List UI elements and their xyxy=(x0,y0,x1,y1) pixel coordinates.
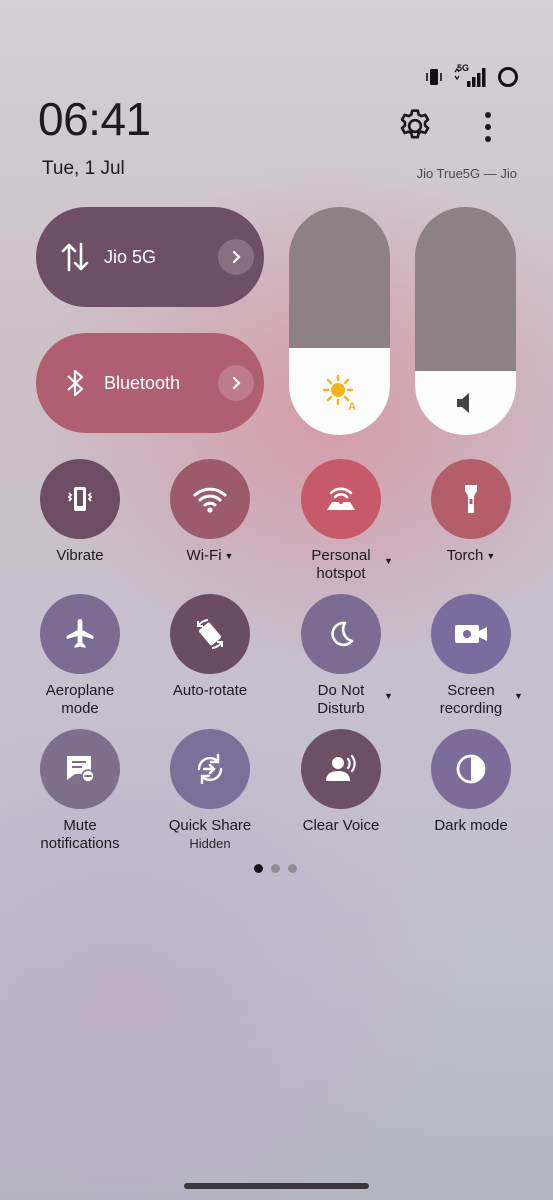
auto-brightness-icon: A xyxy=(322,374,356,412)
tile-label: Personal hotspot ▼ xyxy=(276,547,406,583)
torch-icon xyxy=(456,481,486,517)
vibrate-status-icon xyxy=(426,69,442,85)
tile-hotspot[interactable]: Personal hotspot ▼ xyxy=(276,459,406,583)
tile-clear-voice[interactable]: Clear Voice xyxy=(276,729,406,835)
moon-icon xyxy=(324,617,358,651)
more-options-button[interactable] xyxy=(476,108,500,148)
tile-label: Wi-Fi ▼ xyxy=(145,547,275,565)
tile-rotate-button[interactable] xyxy=(170,594,250,674)
mobile-data-label: Jio 5G xyxy=(104,246,157,267)
date[interactable]: Tue, 1 Jul xyxy=(42,158,125,180)
dropdown-caret-icon[interactable]: ▼ xyxy=(384,552,393,570)
quick-share-icon xyxy=(191,750,229,788)
tile-label: Quick Share xyxy=(145,817,275,835)
more-vertical-icon xyxy=(485,112,491,142)
tile-label-text: Mute notifications xyxy=(40,817,120,852)
tile-torch-button[interactable] xyxy=(431,459,511,539)
tile-label-text: Torch xyxy=(446,547,484,564)
clear-voice-icon xyxy=(321,751,361,787)
bluetooth-icon xyxy=(67,369,84,397)
tile-label: Do Not Disturb ▼ xyxy=(276,682,406,718)
tile-mute-notification-button[interactable] xyxy=(40,729,120,809)
tile-wifi[interactable]: Wi-Fi ▼ xyxy=(145,459,275,565)
page-dot-2[interactable] xyxy=(271,864,280,873)
tile-moon[interactable]: Do Not Disturb ▼ xyxy=(276,594,406,718)
tile-label: Mute notifications xyxy=(15,817,145,853)
bluetooth-expand-button[interactable] xyxy=(218,365,254,401)
signal-icon: 5G xyxy=(451,63,489,88)
wifi-icon xyxy=(191,482,229,516)
volume-fill xyxy=(415,371,516,435)
tile-label-text: Wi-Fi xyxy=(186,547,222,564)
tile-hotspot-button[interactable] xyxy=(301,459,381,539)
airplane-icon xyxy=(62,616,98,652)
tile-screen-record-button[interactable] xyxy=(431,594,511,674)
tile-dark-mode[interactable]: Dark mode xyxy=(406,729,536,835)
tile-label: Dark mode xyxy=(406,817,536,835)
tile-mute-notification[interactable]: Mute notifications xyxy=(15,729,145,853)
tile-label-text: Vibrate xyxy=(56,547,104,564)
tile-moon-button[interactable] xyxy=(301,594,381,674)
brightness-slider[interactable]: A xyxy=(289,207,390,435)
tile-label-text: Aeroplane mode xyxy=(45,682,115,717)
tile-vibrate[interactable]: Vibrate xyxy=(15,459,145,565)
chevron-right-icon xyxy=(232,376,241,390)
tile-label: Screen recording ▼ xyxy=(406,682,536,718)
bluetooth-label: Bluetooth xyxy=(104,372,181,393)
tile-dark-mode-button[interactable] xyxy=(431,729,511,809)
tile-label: Torch ▼ xyxy=(406,547,536,565)
dropdown-caret-icon[interactable]: ▼ xyxy=(225,547,234,565)
tile-label-text: Quick Share xyxy=(168,817,252,834)
tile-clear-voice-button[interactable] xyxy=(301,729,381,809)
settings-button[interactable] xyxy=(395,106,435,146)
carrier-label: Jio True5G — Jio xyxy=(416,166,517,181)
page-dot-3[interactable] xyxy=(288,864,297,873)
tile-vibrate-button[interactable] xyxy=(40,459,120,539)
dropdown-caret-icon[interactable]: ▼ xyxy=(514,687,523,705)
svg-text:A: A xyxy=(348,401,356,412)
bluetooth-tile[interactable]: Bluetooth xyxy=(36,333,264,433)
mobile-data-expand-button[interactable] xyxy=(218,239,254,275)
tile-label: Vibrate xyxy=(15,547,145,565)
home-gesture-bar[interactable] xyxy=(184,1183,369,1189)
hotspot-icon xyxy=(321,482,361,516)
page-indicator[interactable] xyxy=(254,864,297,873)
tile-sublabel: Hidden xyxy=(189,836,231,851)
tile-label: Clear Voice xyxy=(276,817,406,835)
tile-airplane-button[interactable] xyxy=(40,594,120,674)
status-bar: 5G xyxy=(425,63,519,88)
gear-icon xyxy=(400,109,430,139)
tile-wifi-button[interactable] xyxy=(170,459,250,539)
mobile-data-tile[interactable]: Jio 5G xyxy=(36,207,264,307)
tile-label-text: Screen recording xyxy=(439,682,503,717)
volume-slider[interactable] xyxy=(415,207,516,435)
chevron-right-icon xyxy=(232,250,241,264)
mute-notification-icon xyxy=(61,751,99,787)
tile-label-text: Auto-rotate xyxy=(172,682,248,699)
tile-airplane[interactable]: Aeroplane mode xyxy=(15,594,145,718)
speaker-icon xyxy=(456,393,469,414)
dropdown-caret-icon[interactable]: ▼ xyxy=(384,687,393,705)
tile-screen-record[interactable]: Screen recording ▼ xyxy=(406,594,536,718)
brightness-fill: A xyxy=(289,348,390,435)
tile-label: Aeroplane mode xyxy=(15,682,145,718)
dropdown-caret-icon[interactable]: ▼ xyxy=(486,547,495,565)
screen-record-icon xyxy=(451,619,491,649)
tile-label-text: Clear Voice xyxy=(302,817,380,834)
tile-label-text: Dark mode xyxy=(434,817,508,834)
vibrate-icon xyxy=(63,482,97,516)
tile-label-text: Personal hotspot xyxy=(311,547,371,582)
dark-mode-icon xyxy=(452,750,490,788)
tile-torch[interactable]: Torch ▼ xyxy=(406,459,536,565)
page-dot-1[interactable] xyxy=(254,864,263,873)
tile-quick-share-button[interactable] xyxy=(170,729,250,809)
tile-rotate[interactable]: Auto-rotate xyxy=(145,594,275,700)
tile-label-text: Do Not Disturb xyxy=(317,682,365,717)
rotate-icon xyxy=(191,615,229,653)
clock[interactable]: 06:41 xyxy=(38,92,151,146)
data-arrows-icon xyxy=(61,242,89,272)
tile-label: Auto-rotate xyxy=(145,682,275,700)
tile-quick-share[interactable]: Quick Share Hidden xyxy=(145,729,275,851)
battery-ring-icon xyxy=(498,67,518,87)
